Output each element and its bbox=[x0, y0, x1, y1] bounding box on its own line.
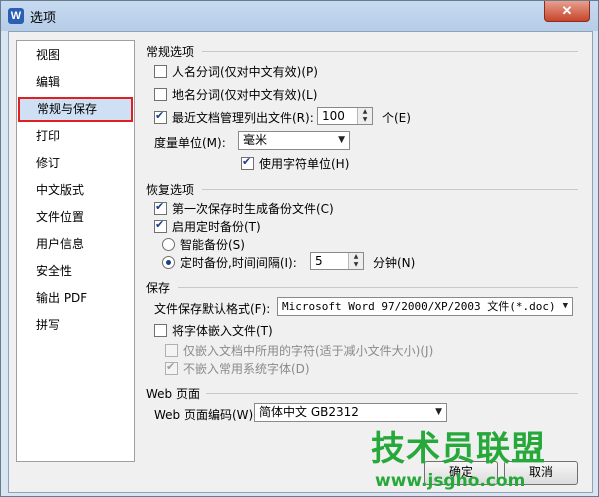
sidebar-item-revision[interactable]: 修订 bbox=[20, 153, 131, 174]
sidebar-item-spelling[interactable]: 拼写 bbox=[20, 315, 131, 336]
default-format-select[interactable]: Microsoft Word 97/2000/XP/2003 文件(*.doc)… bbox=[277, 297, 573, 316]
chevron-down-icon: ▼ bbox=[562, 301, 568, 311]
first-backup-checkbox[interactable] bbox=[154, 200, 167, 215]
web-page-heading: Web 页面 bbox=[146, 387, 200, 401]
web-encoding-label: Web 页面编码(W): bbox=[154, 408, 258, 422]
options-category-list: 视图 编辑 常规与保存 打印 修订 中文版式 文件位置 用户信息 安全性 输出 … bbox=[16, 40, 135, 462]
watermark-title: 技术员联盟 bbox=[371, 429, 546, 469]
sidebar-item-chinese-layout[interactable]: 中文版式 bbox=[20, 180, 131, 201]
chevron-down-icon: ▼ bbox=[435, 407, 442, 417]
measure-unit-select[interactable]: 毫米 ▼ bbox=[238, 131, 350, 150]
char-unit-label: 使用字符单位(H) bbox=[259, 157, 350, 171]
recent-files-label: 最近文档管理列出文件(R): bbox=[172, 111, 314, 125]
close-button[interactable]: ✕ bbox=[544, 1, 590, 22]
divider bbox=[202, 51, 578, 52]
divider bbox=[178, 287, 578, 288]
char-unit-checkbox[interactable] bbox=[241, 155, 254, 170]
embed-fonts-label: 将字体嵌入文件(T) bbox=[172, 324, 273, 338]
general-options-heading: 常规选项 bbox=[146, 45, 195, 59]
recent-files-checkbox[interactable] bbox=[154, 109, 167, 124]
title-bar[interactable]: W 选项 ✕ bbox=[1, 1, 598, 31]
embed-used-chars-label: 仅嵌入文档中所用的字符(适于减小文件大小)(J) bbox=[183, 344, 434, 358]
general-save-panel: 常规选项 人名分词(仅对中文有效)(P) 地名分词(仅对中文有效)(L) 最近文… bbox=[140, 40, 584, 485]
recent-files-stepper[interactable]: 100 ▲ ▼ bbox=[317, 107, 373, 125]
sidebar-item-file-location[interactable]: 文件位置 bbox=[20, 207, 131, 228]
spinner-arrows-icon[interactable]: ▲ ▼ bbox=[357, 108, 372, 124]
recent-files-unit: 个(E) bbox=[382, 111, 411, 125]
place-segment-checkbox[interactable] bbox=[154, 88, 167, 101]
sidebar-item-security[interactable]: 安全性 bbox=[20, 261, 131, 282]
watermark-logo: 技术员联盟 www.jsgho.com bbox=[371, 429, 571, 491]
sidebar-item-view[interactable]: 视图 bbox=[20, 45, 131, 66]
web-encoding-value: 简体中文 GB2312 bbox=[259, 405, 359, 419]
recent-files-value: 100 bbox=[322, 109, 345, 123]
no-embed-common-label: 不嵌入常用系统字体(D) bbox=[183, 362, 310, 376]
name-segment-label: 人名分词(仅对中文有效)(P) bbox=[172, 65, 318, 79]
spinner-arrows-icon[interactable]: ▲ ▼ bbox=[348, 253, 363, 269]
sidebar-item-print[interactable]: 打印 bbox=[20, 126, 131, 147]
interval-value: 5 bbox=[315, 254, 323, 268]
place-segment-label: 地名分词(仅对中文有效)(L) bbox=[172, 88, 318, 102]
sidebar-item-user-info[interactable]: 用户信息 bbox=[20, 234, 131, 255]
sidebar-item-general-save[interactable]: 常规与保存 bbox=[18, 97, 133, 122]
dialog-body: 视图 编辑 常规与保存 打印 修订 中文版式 文件位置 用户信息 安全性 输出 … bbox=[8, 31, 593, 493]
interval-backup-label: 定时备份,时间间隔(I): bbox=[180, 256, 297, 270]
sidebar-item-export-pdf[interactable]: 输出 PDF bbox=[20, 288, 131, 309]
measure-unit-value: 毫米 bbox=[243, 133, 268, 147]
wps-app-icon: W bbox=[8, 8, 24, 24]
recovery-options-heading: 恢复选项 bbox=[146, 183, 195, 197]
chevron-down-icon: ▼ bbox=[338, 135, 345, 145]
first-backup-label: 第一次保存时生成备份文件(C) bbox=[172, 202, 334, 216]
timed-backup-checkbox[interactable] bbox=[154, 218, 167, 233]
save-heading: 保存 bbox=[146, 281, 171, 295]
web-encoding-select[interactable]: 简体中文 GB2312 ▼ bbox=[254, 403, 447, 422]
smart-backup-label: 智能备份(S) bbox=[180, 238, 245, 252]
no-embed-common-checkbox bbox=[165, 360, 178, 375]
embed-fonts-checkbox[interactable] bbox=[154, 324, 167, 337]
smart-backup-radio[interactable] bbox=[162, 238, 175, 251]
sidebar-item-edit[interactable]: 编辑 bbox=[20, 72, 131, 93]
embed-used-chars-checkbox bbox=[165, 344, 178, 357]
name-segment-checkbox[interactable] bbox=[154, 65, 167, 78]
dialog-title: 选项 bbox=[30, 11, 57, 26]
interval-stepper[interactable]: 5 ▲ ▼ bbox=[310, 252, 364, 270]
interval-unit: 分钟(N) bbox=[373, 256, 416, 270]
watermark-url: www.jsgho.com bbox=[375, 471, 526, 491]
timed-backup-label: 启用定时备份(T) bbox=[172, 220, 261, 234]
options-dialog: W 选项 ✕ 视图 编辑 常规与保存 打印 修订 中文版式 文件位置 用户信息 … bbox=[0, 0, 599, 497]
divider bbox=[206, 393, 578, 394]
measure-unit-label: 度量单位(M): bbox=[154, 136, 226, 150]
default-format-value: Microsoft Word 97/2000/XP/2003 文件(*.doc) bbox=[282, 300, 556, 313]
interval-backup-radio[interactable] bbox=[162, 256, 175, 269]
divider bbox=[202, 189, 578, 190]
default-format-label: 文件保存默认格式(F): bbox=[154, 302, 271, 316]
